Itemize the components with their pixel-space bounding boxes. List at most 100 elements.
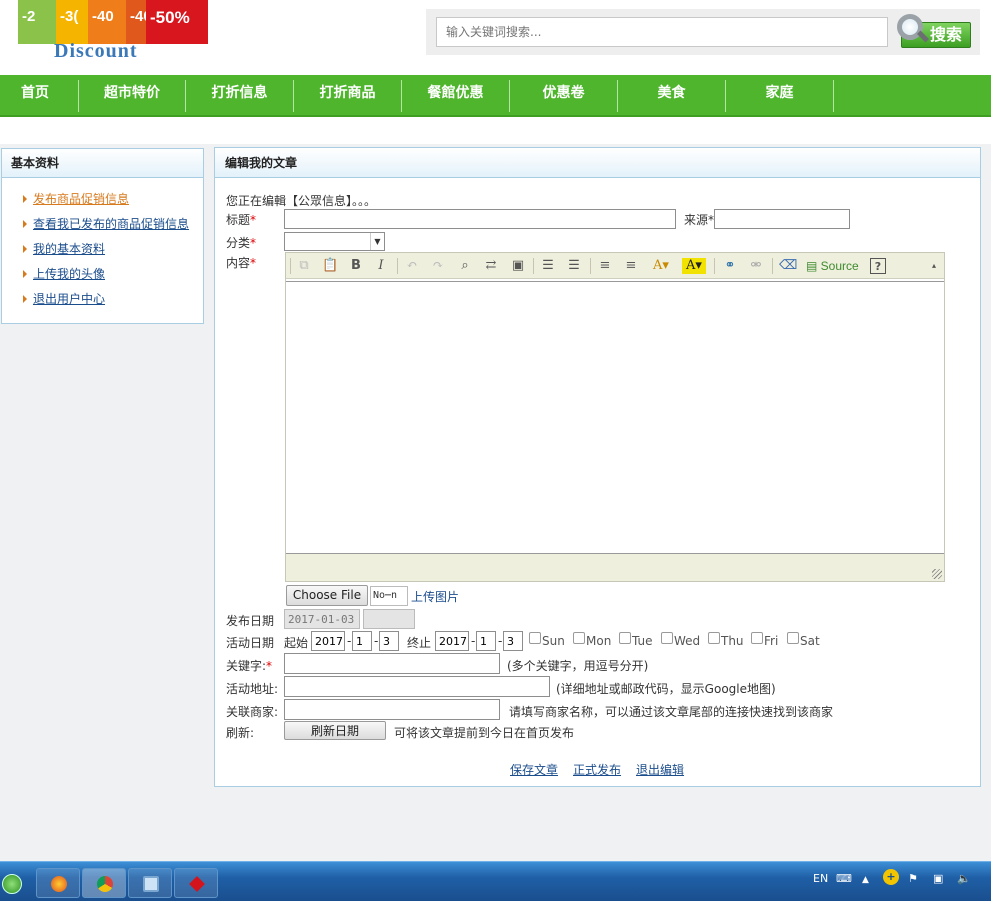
nav-supermarket-deals[interactable]: 超市特价 bbox=[79, 75, 185, 115]
background-color-icon[interactable]: A▾ bbox=[682, 258, 706, 274]
publish-link[interactable]: 正式发布 bbox=[573, 761, 621, 778]
collapse-toolbar-icon[interactable]: ▴ bbox=[928, 258, 940, 274]
address-label: 活动地址: bbox=[226, 682, 279, 696]
align-center-icon[interactable]: ☰ bbox=[566, 258, 582, 274]
taskbar-app-red[interactable] bbox=[174, 868, 218, 898]
volume-icon[interactable]: 🔈 bbox=[957, 872, 971, 885]
start-month-input[interactable] bbox=[352, 631, 372, 651]
bullet-list-icon[interactable]: ≡ bbox=[623, 258, 639, 274]
arrow-right-icon bbox=[23, 270, 27, 278]
sidebar-link-avatar[interactable]: 上传我的头像 bbox=[33, 267, 105, 281]
checkbox-mon[interactable] bbox=[573, 632, 585, 644]
search-input[interactable] bbox=[436, 17, 888, 47]
checkbox-wed[interactable] bbox=[661, 632, 673, 644]
weekday-sat: Sat bbox=[800, 634, 820, 648]
nav-restaurant-deals[interactable]: 餐館优惠 bbox=[402, 75, 509, 115]
replace-icon[interactable]: ⇄ bbox=[483, 258, 499, 274]
panel-title: 编辑我的文章 bbox=[215, 148, 980, 178]
show-hidden-icons-icon[interactable]: ▲ bbox=[862, 875, 869, 885]
bold-icon[interactable]: B bbox=[348, 258, 364, 274]
header-spacer bbox=[0, 117, 991, 144]
language-indicator[interactable]: EN bbox=[813, 872, 828, 885]
link-icon[interactable]: ⚭ bbox=[722, 258, 738, 274]
taskbar-chrome[interactable] bbox=[82, 868, 126, 898]
keyboard-icon[interactable]: ⌨ bbox=[836, 872, 852, 885]
taskbar-firefox[interactable] bbox=[36, 868, 80, 898]
editor-content-area[interactable] bbox=[286, 281, 944, 553]
redo-icon[interactable]: ↷ bbox=[430, 258, 446, 274]
choose-file-button[interactable]: Choose File bbox=[286, 585, 368, 606]
find-icon[interactable]: ⌕ bbox=[457, 258, 473, 274]
taskbar-app-window[interactable] bbox=[128, 868, 172, 898]
nav-home[interactable]: 首页 bbox=[0, 75, 70, 115]
paste-icon[interactable]: 📋 bbox=[322, 258, 338, 274]
align-left-icon[interactable]: ☰ bbox=[540, 258, 556, 274]
merchant-label: 关联商家: bbox=[226, 705, 279, 719]
checkbox-tue[interactable] bbox=[619, 632, 631, 644]
end-year-input[interactable] bbox=[435, 631, 469, 651]
sidebar-item-avatar: 上传我的头像 bbox=[23, 265, 203, 290]
keywords-input[interactable] bbox=[284, 653, 500, 674]
title-label: 标题* bbox=[226, 211, 256, 228]
rich-text-editor: ⧉ 📋 B I ↶ ↷ ⌕ ⇄ ▣ ☰ ☰ ≡ ≡ A▾ A▾ ⚭ ⚮ ⌫ ▤ … bbox=[285, 252, 945, 582]
sidebar-link-profile[interactable]: 我的基本资料 bbox=[33, 242, 105, 256]
main-nav: 首页 超市特价 打折信息 打折商品 餐館优惠 优惠卷 美食 家庭 bbox=[0, 75, 991, 117]
end-month-input[interactable] bbox=[476, 631, 496, 651]
checkbox-thu[interactable] bbox=[708, 632, 720, 644]
start-year-input[interactable] bbox=[311, 631, 345, 651]
arrow-right-icon bbox=[23, 220, 27, 228]
resize-handle-icon[interactable] bbox=[932, 569, 942, 579]
search-button[interactable]: 搜索 bbox=[897, 14, 973, 48]
eraser-icon[interactable]: ⌫ bbox=[779, 258, 797, 274]
start-button-icon[interactable] bbox=[2, 874, 22, 894]
save-article-link[interactable]: 保存文章 bbox=[510, 761, 558, 778]
security-flag-icon[interactable]: ⚑ bbox=[908, 872, 918, 885]
network-icon[interactable]: ▣ bbox=[933, 872, 943, 885]
address-input[interactable] bbox=[284, 676, 550, 697]
nav-family[interactable]: 家庭 bbox=[726, 75, 833, 115]
required-mark: * bbox=[266, 659, 273, 673]
undo-icon[interactable]: ↶ bbox=[404, 258, 420, 274]
refresh-date-button[interactable]: 刷新日期 bbox=[284, 721, 386, 740]
publish-date-label: 发布日期 bbox=[226, 614, 275, 628]
title-input[interactable] bbox=[284, 209, 676, 229]
firefox-icon bbox=[51, 876, 67, 892]
merchant-input[interactable] bbox=[284, 699, 500, 720]
search-bar: 搜索 bbox=[426, 9, 980, 55]
nav-discount-products[interactable]: 打折商品 bbox=[294, 75, 401, 115]
text-color-icon[interactable]: A▾ bbox=[649, 258, 673, 274]
checkbox-sat[interactable] bbox=[787, 632, 799, 644]
italic-icon[interactable]: I bbox=[373, 258, 389, 274]
nav-food[interactable]: 美食 bbox=[618, 75, 725, 115]
toolbar-divider bbox=[714, 258, 715, 274]
sidebar-link-my-posts[interactable]: 查看我已发布的商品促销信息 bbox=[33, 217, 189, 231]
source-button-label: Source bbox=[820, 259, 859, 273]
copy-icon[interactable]: ⧉ bbox=[296, 258, 312, 274]
select-all-icon[interactable]: ▣ bbox=[510, 258, 526, 274]
start-day-input[interactable] bbox=[379, 631, 399, 651]
notification-plus-icon[interactable]: + bbox=[883, 869, 899, 885]
help-icon[interactable]: ? bbox=[870, 258, 886, 274]
site-logo[interactable]: -2 -3( -40 -40 -50% Discount bbox=[18, 0, 213, 62]
content-label-text: 内容 bbox=[226, 256, 251, 270]
toolbar-divider bbox=[397, 258, 398, 274]
nav-discount-info[interactable]: 打折信息 bbox=[186, 75, 293, 115]
source-button[interactable]: ▤ Source bbox=[806, 258, 866, 274]
merchant-hint: 请填写商家名称，可以通过该文章尾部的连接快速找到该商家 bbox=[509, 705, 834, 719]
source-input[interactable] bbox=[714, 209, 850, 229]
category-select[interactable]: ▼ bbox=[284, 232, 385, 251]
checkbox-fri[interactable] bbox=[751, 632, 763, 644]
exit-edit-link[interactable]: 退出编辑 bbox=[636, 761, 684, 778]
numbered-list-icon[interactable]: ≡ bbox=[597, 258, 613, 274]
sidebar: 基本资料 发布商品促销信息 查看我已发布的商品促销信息 我的基本资料 上传我的头… bbox=[1, 148, 204, 324]
sidebar-link-logout[interactable]: 退出用户中心 bbox=[33, 292, 105, 306]
sidebar-link-publish[interactable]: 发布商品促销信息 bbox=[33, 192, 129, 206]
checkbox-sun[interactable] bbox=[529, 632, 541, 644]
category-label-text: 分类 bbox=[226, 236, 251, 250]
logo-tag-3: -40 bbox=[88, 0, 128, 44]
upload-image-link[interactable]: 上传图片 bbox=[411, 588, 459, 605]
end-day-input[interactable] bbox=[503, 631, 523, 651]
content-label: 内容* bbox=[226, 254, 256, 271]
unlink-icon[interactable]: ⚮ bbox=[748, 258, 764, 274]
nav-coupons[interactable]: 优惠卷 bbox=[510, 75, 617, 115]
